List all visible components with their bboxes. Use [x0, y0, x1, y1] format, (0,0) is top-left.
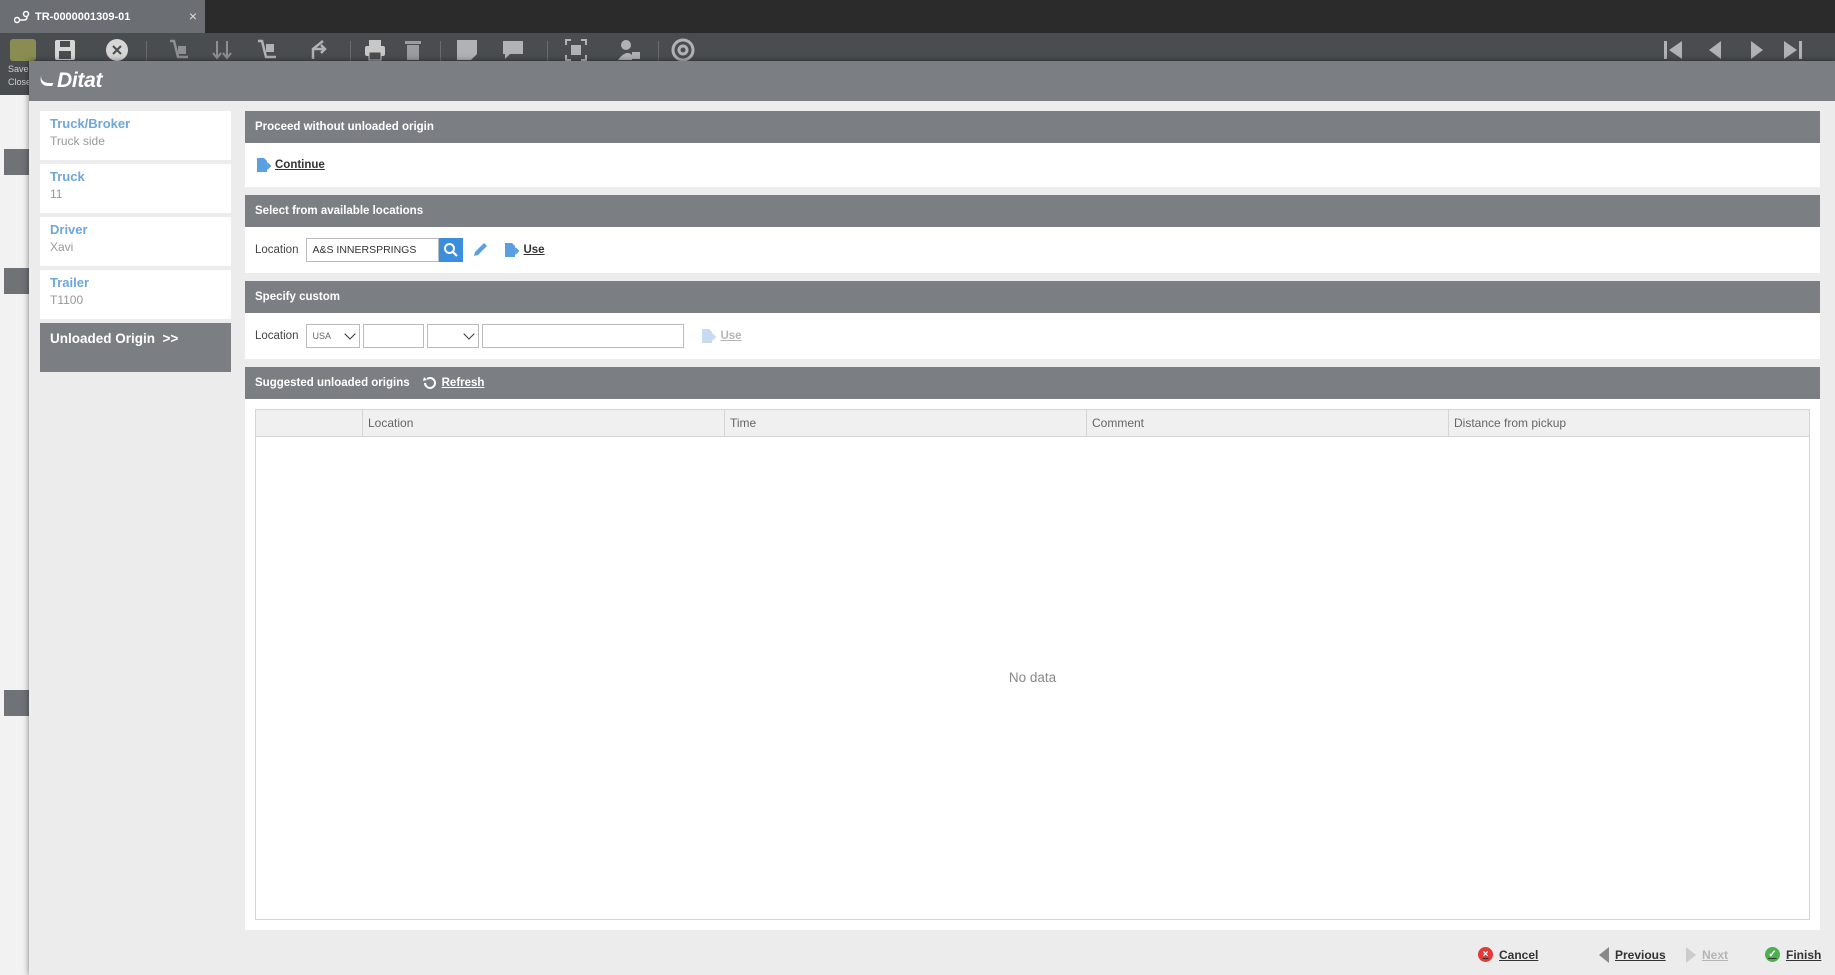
next-record-icon[interactable]: [1744, 37, 1770, 63]
route-icon: [13, 10, 30, 24]
refresh-icon: [422, 377, 436, 389]
tab-bar: TR-0000001309-01 ×: [0, 0, 1835, 33]
tab-title: TR-0000001309-01: [35, 10, 131, 23]
refresh-link[interactable]: Refresh: [442, 377, 485, 389]
user-lock-icon[interactable]: [616, 37, 642, 63]
empty-grid-message: No data: [1008, 670, 1057, 685]
cancel-button[interactable]: × Cancel: [1478, 947, 1538, 962]
scan-icon[interactable]: [563, 37, 589, 63]
continue-link[interactable]: Continue: [275, 159, 325, 171]
column-header-time[interactable]: Time: [724, 410, 1086, 436]
step-title: Trailer: [50, 275, 90, 290]
available-section-body: Location A&S INNERSPRINGS Use: [245, 227, 1820, 273]
step-truck-broker[interactable]: Truck/Broker Truck side: [40, 111, 231, 160]
arrow-right-icon: [1686, 947, 1696, 963]
location-label: Location: [255, 244, 299, 256]
unloaded-origin-wizard: Ditat Truck/Broker Truck side Truck 11 D…: [29, 61, 1835, 975]
last-record-icon[interactable]: [1780, 37, 1806, 63]
suggested-origins-grid: Location Time Comment Distance from pick…: [255, 409, 1810, 920]
finish-button[interactable]: ✓ Finish: [1765, 947, 1821, 962]
step-value: Xavi: [50, 240, 74, 254]
use-icon: [702, 329, 717, 343]
note-icon[interactable]: [454, 37, 480, 63]
tab-close-icon[interactable]: ×: [189, 8, 197, 24]
custom-section-header: Specify custom: [245, 281, 1820, 313]
column-header-select: [256, 410, 362, 436]
chevron-down-icon: [463, 328, 476, 340]
checkmark-icon: ✓: [1765, 947, 1780, 962]
background-page: [0, 95, 30, 975]
finish-label: Finish: [1786, 947, 1822, 962]
dolly-up-icon[interactable]: [254, 37, 280, 63]
step-title: Unloaded Origin >>: [50, 331, 179, 346]
save-close-label: Save Close: [8, 64, 30, 87]
previous-record-icon[interactable]: [1702, 37, 1728, 63]
cancel-icon[interactable]: [104, 37, 130, 63]
dolly-icon[interactable]: [166, 37, 192, 63]
column-header-location[interactable]: Location: [362, 410, 724, 436]
wizard-steps: Truck/Broker Truck side Truck 11 Driver …: [40, 111, 231, 376]
step-truck[interactable]: Truck 11: [40, 164, 231, 213]
column-header-comment[interactable]: Comment: [1086, 410, 1448, 436]
location-input[interactable]: A&S INNERSPRINGS: [306, 238, 440, 262]
sort-icon[interactable]: [210, 37, 236, 63]
ditat-logo: Ditat: [36, 69, 102, 93]
cancel-icon: ×: [1478, 947, 1493, 962]
chevron-down-icon: [344, 328, 357, 340]
step-trailer[interactable]: Trailer T1100: [40, 270, 231, 319]
cancel-label: Cancel: [1499, 947, 1539, 962]
wizard-content: Proceed without unloaded origin Continue…: [245, 111, 1820, 930]
wizard-footer: × Cancel Previous Next ✓ Finish: [29, 935, 1835, 975]
split-route-icon[interactable]: [305, 37, 331, 63]
save-close-icon[interactable]: [10, 39, 36, 61]
use-custom-link[interactable]: Use: [720, 330, 741, 342]
zip-input[interactable]: [363, 324, 425, 348]
previous-label: Previous: [1615, 948, 1666, 962]
use-icon: [505, 243, 520, 257]
suggested-title: Suggested unloaded origins: [255, 377, 410, 389]
suggested-section-body: Location Time Comment Distance from pick…: [245, 399, 1820, 930]
step-value: T1100: [50, 293, 84, 307]
location-search-button[interactable]: [439, 238, 464, 262]
step-value: 11: [50, 187, 63, 201]
step-value: Truck side: [50, 134, 105, 148]
step-title: Driver: [50, 222, 88, 237]
save-icon[interactable]: [52, 37, 78, 63]
city-input[interactable]: [482, 324, 685, 348]
grid-header: Location Time Comment Distance from pick…: [256, 410, 1809, 437]
step-unloaded-origin[interactable]: Unloaded Origin >>: [40, 323, 231, 372]
custom-section-body: Location USA Use: [245, 313, 1820, 359]
proceed-section-body: Continue: [245, 143, 1820, 187]
continue-icon: [257, 158, 271, 172]
next-button[interactable]: Next: [1686, 947, 1728, 963]
country-select[interactable]: USA: [306, 324, 361, 348]
next-label: Next: [1702, 948, 1729, 962]
print-icon[interactable]: [362, 37, 388, 63]
previous-button[interactable]: Previous: [1599, 947, 1666, 963]
arrow-left-icon: [1599, 947, 1609, 963]
step-driver[interactable]: Driver Xavi: [40, 217, 231, 266]
search-icon: [444, 243, 459, 257]
comment-icon[interactable]: [500, 37, 526, 63]
modal-header: Ditat: [29, 61, 1835, 101]
proceed-section-header: Proceed without unloaded origin: [245, 111, 1820, 143]
document-tab[interactable]: TR-0000001309-01 ×: [0, 0, 205, 33]
column-header-distance[interactable]: Distance from pickup: [1448, 410, 1809, 436]
first-record-icon[interactable]: [1660, 37, 1686, 63]
available-section-header: Select from available locations: [245, 195, 1820, 227]
help-icon[interactable]: [670, 37, 696, 63]
step-title: Truck/Broker: [50, 116, 131, 131]
location-label: Location: [255, 330, 299, 342]
delete-icon[interactable]: [400, 37, 426, 63]
country-value: USA: [312, 331, 331, 341]
edit-pencil-icon[interactable]: [471, 241, 489, 259]
suggested-section-header: Suggested unloaded origins Refresh: [245, 367, 1820, 399]
state-select[interactable]: [427, 324, 480, 348]
step-title: Truck: [50, 169, 85, 184]
use-available-link[interactable]: Use: [523, 244, 544, 256]
